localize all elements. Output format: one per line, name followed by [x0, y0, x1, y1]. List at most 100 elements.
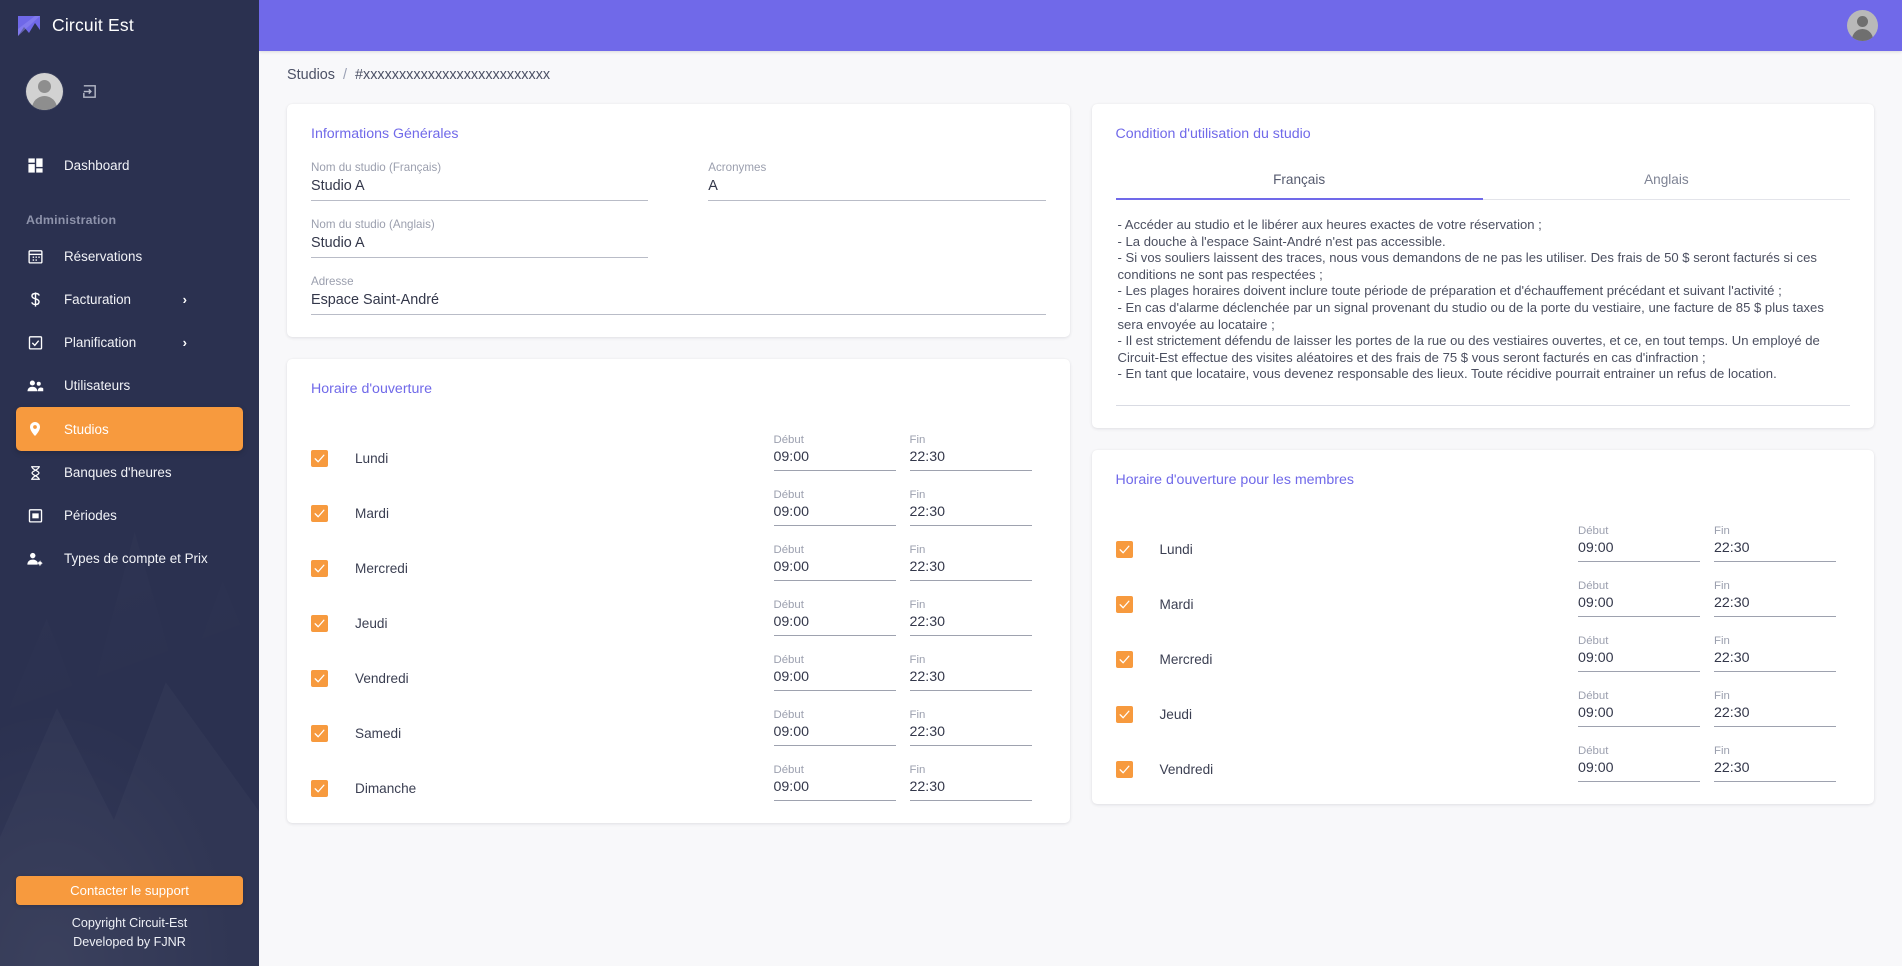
conditions-text: - Accéder au studio et le libérer aux he…: [1117, 217, 1824, 382]
card-title: Horaire d'ouverture pour les membres: [1115, 471, 1354, 488]
end-time-field: Fin: [1714, 576, 1836, 617]
end-time-input[interactable]: [1714, 759, 1836, 782]
day-enabled-checkbox[interactable]: [1115, 760, 1133, 778]
start-time-input[interactable]: [1578, 539, 1700, 562]
start-time-input[interactable]: [773, 504, 896, 526]
day-enabled-checkbox[interactable]: [311, 725, 328, 742]
schedule-day-toggle[interactable]: Mardi: [1115, 595, 1579, 617]
studio-name-en-input[interactable]: [311, 235, 649, 258]
address-input[interactable]: [311, 292, 1046, 315]
schedule-time-group: Début Fin: [773, 705, 1046, 746]
day-enabled-checkbox[interactable]: [311, 450, 328, 467]
field-label: Début: [773, 434, 804, 446]
sidebar-item-planification[interactable]: Planification ›: [0, 321, 259, 364]
sidebar-item-periodes[interactable]: Périodes: [0, 494, 259, 537]
sidebar-item-facturation[interactable]: Facturation ›: [0, 278, 259, 321]
start-time-field: Début: [773, 595, 896, 636]
sidebar-item-studios[interactable]: Studios: [16, 407, 243, 451]
sidebar-item-utilisateurs[interactable]: Utilisateurs: [0, 364, 259, 407]
topbar: [259, 0, 1902, 51]
user-avatar-icon[interactable]: [26, 73, 63, 110]
schedule-day-toggle[interactable]: Samedi: [311, 725, 774, 746]
schedule-row: Jeudi Début Fin: [311, 581, 1046, 636]
dashboard-grid-icon: [26, 157, 44, 175]
card-title: Condition d'utilisation du studio: [1115, 126, 1311, 142]
day-enabled-checkbox[interactable]: [311, 670, 328, 687]
schedule-day-toggle[interactable]: Mardi: [311, 505, 774, 526]
sidebar-item-label: Banques d'heures: [64, 465, 172, 480]
day-enabled-checkbox[interactable]: [1115, 595, 1133, 613]
end-time-input[interactable]: [1714, 649, 1836, 672]
start-time-input[interactable]: [773, 614, 896, 636]
sidebar-item-dashboard[interactable]: Dashboard: [0, 144, 259, 187]
field-label: Début: [773, 544, 804, 556]
start-time-input[interactable]: [773, 449, 896, 471]
field-label: Fin: [1714, 634, 1730, 647]
end-time-field: Fin: [909, 430, 1032, 471]
schedule-day-toggle[interactable]: Lundi: [1115, 540, 1579, 562]
start-time-input[interactable]: [1578, 704, 1700, 727]
sidebar-item-label: Studios: [64, 421, 109, 437]
chevron-right-icon: ›: [182, 292, 187, 307]
sidebar-item-banques-dheures[interactable]: Banques d'heures: [0, 451, 259, 494]
sidebar-item-reservations[interactable]: Réservations: [0, 235, 259, 278]
contact-support-button[interactable]: Contacter le support: [16, 876, 243, 905]
day-enabled-checkbox[interactable]: [1115, 650, 1133, 668]
schedule-row: Lundi Début Fin: [311, 416, 1046, 471]
tab-francais[interactable]: Français: [1115, 161, 1484, 200]
schedule-day-toggle[interactable]: Mercredi: [311, 560, 774, 581]
start-time-input[interactable]: [773, 724, 896, 746]
start-time-field: Début: [1578, 576, 1700, 617]
studio-name-fr-input[interactable]: [311, 178, 649, 201]
schedule-day-toggle[interactable]: Vendredi: [311, 670, 774, 691]
day-enabled-checkbox[interactable]: [311, 505, 328, 522]
schedule-day-toggle[interactable]: Jeudi: [1115, 705, 1579, 727]
end-time-input[interactable]: [909, 724, 1032, 746]
day-label: Jeudi: [355, 616, 388, 631]
schedule-day-toggle[interactable]: Vendredi: [1115, 760, 1579, 782]
sidebar-item-types-de-compte-et-prix[interactable]: Types de compte et Prix: [0, 537, 259, 580]
tab-anglais[interactable]: Anglais: [1483, 161, 1850, 199]
copyright-line-1: Copyright Circuit-Est: [71, 916, 188, 930]
end-time-input[interactable]: [909, 504, 1032, 526]
end-time-input[interactable]: [909, 449, 1032, 471]
day-enabled-checkbox[interactable]: [1115, 705, 1133, 723]
day-label: Jeudi: [1159, 706, 1193, 722]
start-time-field: Début: [773, 430, 896, 471]
topbar-user-avatar[interactable]: [1847, 10, 1878, 41]
start-time-input[interactable]: [773, 559, 896, 581]
schedule-day-toggle[interactable]: Jeudi: [311, 615, 774, 636]
day-enabled-checkbox[interactable]: [311, 615, 328, 632]
schedule-day-toggle[interactable]: Dimanche: [311, 780, 774, 801]
brand[interactable]: Circuit Est: [0, 0, 259, 51]
day-enabled-checkbox[interactable]: [311, 560, 328, 577]
end-time-input[interactable]: [1714, 704, 1836, 727]
end-time-input[interactable]: [1714, 594, 1836, 617]
schedule-row: Mercredi Début Fin: [1115, 617, 1851, 672]
start-time-input[interactable]: [1578, 594, 1700, 617]
schedule-public-card: Horaire d'ouverture Lundi Début Fin Mardi Dé…: [287, 359, 1070, 823]
day-enabled-checkbox[interactable]: [1115, 540, 1133, 558]
start-time-input[interactable]: [773, 669, 896, 691]
end-time-input[interactable]: [1714, 539, 1836, 562]
end-time-input[interactable]: [909, 779, 1032, 801]
schedule-day-toggle[interactable]: Lundi: [311, 450, 774, 471]
logout-icon[interactable]: [81, 83, 98, 100]
start-time-input[interactable]: [1578, 649, 1700, 672]
schedule-day-toggle[interactable]: Mercredi: [1115, 650, 1579, 672]
acronyms-input[interactable]: [708, 178, 1046, 201]
day-enabled-checkbox[interactable]: [311, 780, 328, 797]
end-time-input[interactable]: [909, 559, 1032, 581]
start-time-input[interactable]: [773, 779, 896, 801]
start-time-input[interactable]: [1578, 759, 1700, 782]
breadcrumb-root-link[interactable]: Studios: [287, 67, 335, 83]
start-time-field: Début: [1578, 521, 1700, 562]
end-time-field: Fin: [909, 595, 1032, 636]
breadcrumb-separator: /: [343, 67, 347, 83]
app-root: Circuit Est Dashboard Administration Rés…: [0, 0, 1902, 966]
name-and-acronym-row: Nom du studio (Français) Acronymes: [311, 161, 1046, 201]
main-area: Studios / #xxxxxxxxxxxxxxxxxxxxxxxxxx In…: [259, 0, 1902, 966]
end-time-input[interactable]: [909, 614, 1032, 636]
field-label: Acronymes: [708, 161, 767, 174]
end-time-input[interactable]: [909, 669, 1032, 691]
